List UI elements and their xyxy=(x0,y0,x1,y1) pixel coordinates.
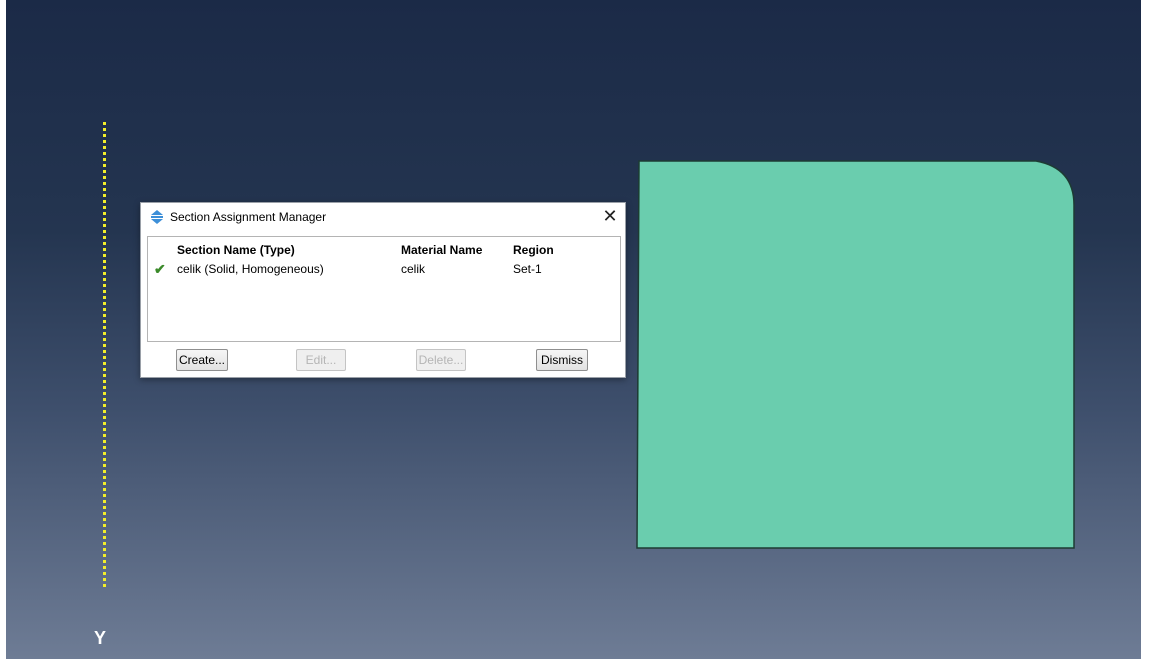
section-assignment-icon xyxy=(151,210,163,224)
dialog-titlebar[interactable]: Section Assignment Manager ✕ xyxy=(141,203,625,231)
section-assignment-manager-dialog: Section Assignment Manager ✕ Section Nam… xyxy=(140,202,626,378)
section-name-cell: celik (Solid, Homogeneous) xyxy=(177,262,324,276)
create-button[interactable]: Create... xyxy=(176,349,228,371)
table-row[interactable]: ✔ celik (Solid, Homogeneous) celik Set-1 xyxy=(148,260,620,278)
material-name-cell: celik xyxy=(401,262,426,276)
column-header-section-name[interactable]: Section Name (Type) xyxy=(177,243,295,257)
region-cell: Set-1 xyxy=(513,262,542,276)
check-icon: ✔ xyxy=(154,261,166,277)
graphics-viewport[interactable]: Y Section Assignment Manager ✕ Section N… xyxy=(6,0,1141,659)
section-assignment-table: Section Name (Type) Material Name Region… xyxy=(147,236,621,342)
edit-button[interactable]: Edit... xyxy=(296,349,346,371)
column-header-region[interactable]: Region xyxy=(513,243,554,257)
dialog-title: Section Assignment Manager xyxy=(170,210,327,224)
dismiss-button[interactable]: Dismiss xyxy=(536,349,588,371)
close-icon[interactable]: ✕ xyxy=(601,206,619,226)
part-shape[interactable] xyxy=(636,160,1075,549)
delete-button[interactable]: Delete... xyxy=(416,349,466,371)
column-header-material-name[interactable]: Material Name xyxy=(401,243,482,257)
